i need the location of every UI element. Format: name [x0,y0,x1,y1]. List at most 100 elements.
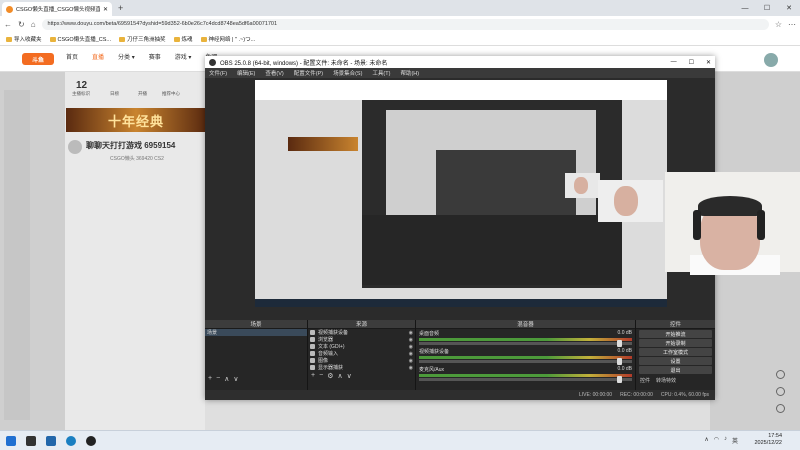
nav-item[interactable]: 分类 ▾ [118,52,135,61]
eye-icon[interactable]: ◉ [409,344,413,350]
folder-icon [173,36,180,42]
douyu-favicon-icon [6,5,13,13]
up-icon[interactable]: ∧ [337,372,342,380]
nav-item[interactable]: 游戏 ▾ [175,52,192,61]
close-icon[interactable]: ✕ [778,0,800,16]
obs-icon[interactable] [86,435,96,446]
volume-icon[interactable]: ♪ [724,436,727,445]
mixer-dock: 混音器 桌面音频 0.0 dB 视频捕获设备 0.0 dB 麦克风/Aux 0.0 d… [416,320,636,390]
close-icon[interactable]: ✕ [706,59,711,66]
eye-icon[interactable]: ◉ [409,330,413,336]
browser-tab[interactable]: CSGO懒头直播_CSGO懒头视频直播 - 斗鱼 ✕ [2,2,112,16]
menu-item[interactable]: 工具(T) [372,69,390,77]
bookmark-item[interactable]: 导入收藏夹 [6,35,42,43]
user-avatar[interactable] [764,53,778,67]
start-icon[interactable] [6,435,16,446]
sources-dock-title: 来源 [308,320,415,329]
settings-button[interactable]: 设置 [639,357,712,365]
bookmark-item[interactable]: 神经网络 | " .~)つ... [200,35,255,43]
menu-item[interactable]: 场景集合(S) [333,69,362,77]
volume-meter [419,374,632,377]
volume-slider[interactable] [419,358,632,365]
remove-icon[interactable]: − [319,372,323,379]
home-icon[interactable]: ⌂ [31,20,36,29]
source-item[interactable]: 文本 (GDI+) ◉ [308,343,415,350]
left-label[interactable]: 日榜 [110,91,119,97]
scene-item[interactable]: 场景 [205,329,307,336]
wifi-icon[interactable]: ◠ [714,436,719,445]
left-label[interactable]: 开播 [138,91,147,97]
app-icon[interactable] [26,435,36,446]
gear-icon[interactable]: ⚙ [327,372,333,380]
obs-logo-icon [209,58,216,66]
source-item[interactable]: 视频捕获设备 ◉ [308,329,415,336]
add-icon[interactable]: + [208,375,212,382]
taskbar-clock[interactable]: 17:54 2025/12/22 [754,433,782,447]
menu-item[interactable]: 配置文件(P) [294,69,323,77]
tool-icon[interactable] [776,387,785,396]
volume-meter [419,356,632,359]
studio-mode-button[interactable]: 工作室模式 [639,348,712,356]
streamer-avatar[interactable] [68,140,82,154]
tool-icon[interactable] [776,370,785,379]
url-input[interactable]: https://www.douyu.com/beta/6959154?dyshi… [41,18,769,30]
start-streaming-button[interactable]: 开始推流 [639,330,712,338]
source-item[interactable]: 音频输入 ◉ [308,350,415,357]
add-icon[interactable]: + [311,372,315,379]
mixer-channel: 视频捕获设备 0.0 dB [416,347,635,365]
tab-transitions[interactable]: 转场特效 [656,377,676,384]
eye-icon[interactable]: ◉ [409,351,413,357]
webcam-hair [698,196,762,216]
sidebar-strip [4,90,30,420]
edge-icon[interactable] [66,435,76,446]
source-item[interactable]: 浏览器 ◉ [308,336,415,343]
douyu-logo[interactable]: 斗鱼 [22,53,54,65]
volume-slider[interactable] [419,376,632,383]
close-tab-icon[interactable]: ✕ [103,6,108,13]
eye-icon[interactable]: ◉ [409,337,413,343]
input-language[interactable]: 英 [732,436,738,445]
bookmark-item[interactable]: CSGO懒头直播_CS... [49,35,111,43]
menu-item[interactable]: 文件(F) [209,69,227,77]
obs-docks: 场景 场景 + − ∧ ∨ 来源 视频捕获设备 ◉ 浏览器 ◉ 文本 (GDI+) ◉… [205,320,715,390]
source-item[interactable]: 图像 ◉ [308,357,415,364]
remove-icon[interactable]: − [216,375,220,382]
refresh-icon[interactable]: ↻ [18,20,25,29]
maximize-icon[interactable]: ☐ [756,0,778,16]
new-tab-button[interactable]: + [118,3,123,13]
down-icon[interactable]: ∨ [347,372,352,380]
chevron-up-icon[interactable]: ∧ [704,436,708,445]
nav-item[interactable]: 首页 [66,52,78,61]
favorites-icon[interactable]: ☆ [775,20,782,29]
menu-item[interactable]: 查看(V) [265,69,283,77]
up-icon[interactable]: ∧ [224,375,229,383]
menu-item[interactable]: 编辑(E) [237,69,255,77]
tool-icon[interactable] [776,404,785,413]
mixer-channel: 桌面音频 0.0 dB [416,329,635,347]
minimize-icon[interactable]: — [671,59,677,66]
event-banner[interactable]: 十年经典 [66,108,206,132]
back-icon[interactable]: ← [4,20,12,29]
preview-captured-toolbar [255,80,667,100]
cpu-status: CPU: 0.4%, 60.00 fps [660,392,709,398]
down-icon[interactable]: ∨ [233,375,238,383]
monitor-icon [310,365,315,370]
nav-item[interactable]: 赛事 [149,52,161,61]
bookmark-item[interactable]: 刀仔三角洲抽奖 [119,35,166,43]
source-item[interactable]: 显示器捕获 ◉ [308,364,415,371]
left-label[interactable]: 推荐中心 [162,91,180,97]
exit-button[interactable]: 退出 [639,366,712,374]
system-tray: ∧ ◠ ♪ 英 [704,436,738,445]
minimize-icon[interactable]: — [734,0,756,16]
tab-controls[interactable]: 控件 [640,377,650,384]
menu-icon[interactable]: ⋯ [788,20,796,29]
start-recording-button[interactable]: 开始录制 [639,339,712,347]
eye-icon[interactable]: ◉ [409,365,413,371]
volume-slider[interactable] [419,340,632,347]
bookmark-item[interactable]: 炼魂 [173,35,193,43]
menu-item[interactable]: 帮助(H) [400,69,419,77]
maximize-icon[interactable]: ☐ [689,59,694,66]
nav-item[interactable]: 直播 [92,52,104,61]
explorer-icon[interactable] [46,435,56,446]
eye-icon[interactable]: ◉ [409,358,413,364]
